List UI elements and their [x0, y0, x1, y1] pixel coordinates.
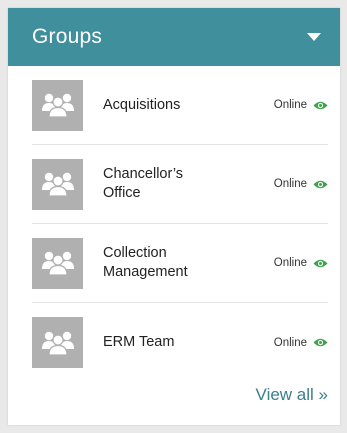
view-all-link[interactable]: View all » [256, 385, 328, 405]
group-status: Online [274, 99, 328, 111]
eye-icon [313, 101, 328, 109]
group-row[interactable]: Collection Management Online [32, 224, 328, 303]
status-text: Online [273, 336, 307, 349]
group-name: Chancellor’s Office [103, 166, 184, 201]
caret-down-icon[interactable] [306, 32, 322, 42]
eye-icon [313, 338, 328, 347]
group-row[interactable]: Acquisitions Online [32, 66, 328, 145]
group-status: Online [274, 337, 328, 349]
eye-icon [313, 259, 328, 267]
status-text: Online [273, 178, 307, 190]
groups-list: Acquisitions Online Chancellor’s Office … [8, 66, 340, 382]
group-status: Online [274, 178, 328, 190]
group-name: ERM Team [103, 334, 175, 350]
group-users-icon [32, 237, 83, 289]
group-row[interactable]: ERM Team Online [32, 303, 328, 382]
group-users-icon [32, 79, 83, 131]
groups-header[interactable]: Groups [8, 8, 340, 66]
groups-title: Groups [32, 25, 103, 48]
group-users-icon [32, 317, 83, 368]
group-name: Acquisitions [103, 96, 181, 113]
status-text: Online [273, 99, 307, 111]
status-text: Online [273, 257, 307, 269]
group-name: Collection Management [103, 245, 188, 280]
group-users-icon [32, 158, 83, 210]
group-status: Online [274, 257, 328, 269]
eye-icon [313, 180, 328, 188]
groups-panel: Groups Acquisitions Online Chancellor’s … [8, 8, 340, 425]
group-row[interactable]: Chancellor’s Office Online [32, 145, 328, 224]
